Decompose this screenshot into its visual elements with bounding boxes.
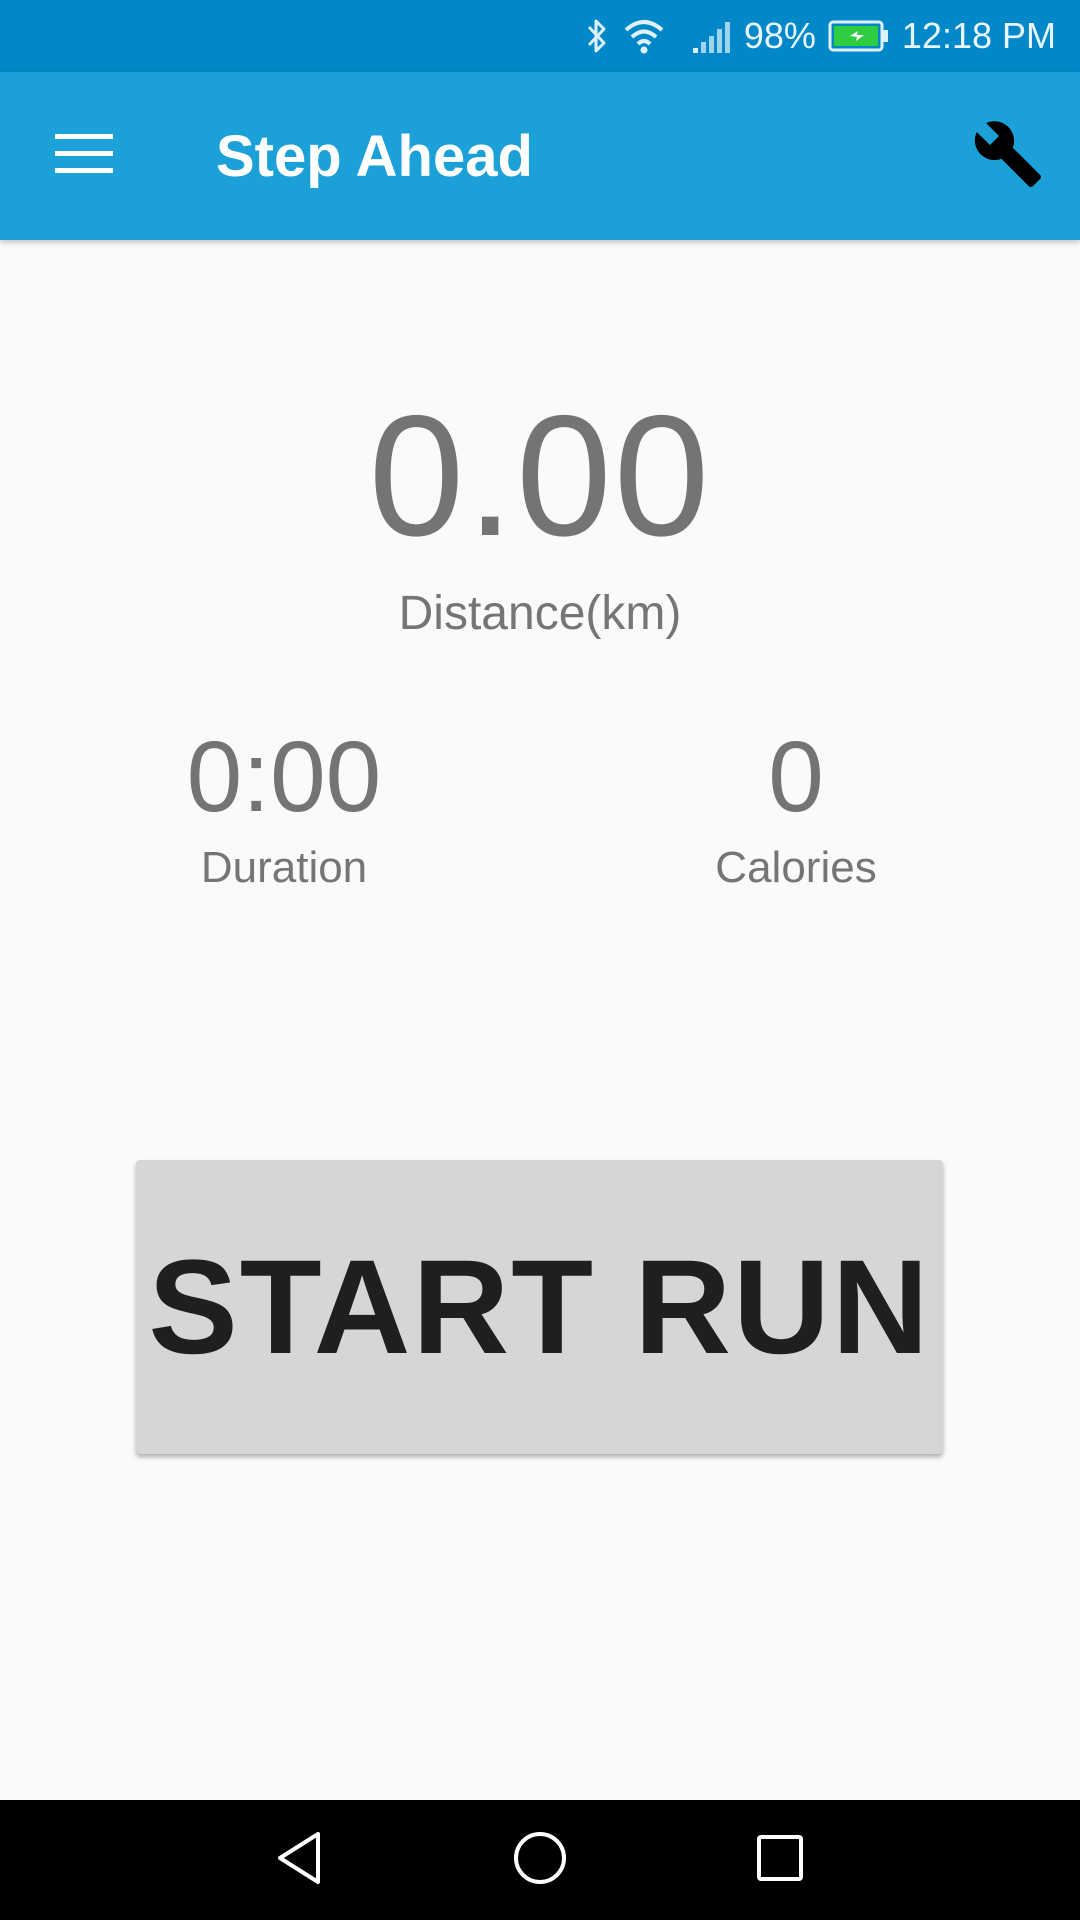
start-run-label: START RUN bbox=[148, 1232, 931, 1382]
app-bar: Step Ahead bbox=[0, 72, 1080, 240]
battery-percent: 98% bbox=[743, 15, 816, 56]
settings-button[interactable] bbox=[960, 108, 1056, 204]
status-bar: 98% 12:18 PM bbox=[0, 0, 1080, 72]
calories-label: Calories bbox=[715, 843, 877, 892]
status-icons: 98% 12:18 PM bbox=[584, 0, 1056, 72]
distance-label: Distance(km) bbox=[398, 587, 682, 640]
duration-stat: 0:00 Duration bbox=[84, 722, 484, 896]
home-icon bbox=[512, 1830, 568, 1890]
distance-value: 0.00 bbox=[368, 380, 712, 572]
wifi-icon bbox=[622, 16, 666, 56]
navigation-bar bbox=[0, 1800, 1080, 1920]
bluetooth-icon bbox=[584, 16, 610, 56]
nav-home-button[interactable] bbox=[460, 1800, 620, 1920]
hamburger-menu-icon bbox=[55, 133, 113, 179]
duration-value: 0:00 bbox=[186, 721, 382, 833]
app-title: Step Ahead bbox=[216, 123, 533, 189]
back-icon bbox=[274, 1830, 326, 1890]
calories-value: 0 bbox=[768, 721, 824, 833]
nav-back-button[interactable] bbox=[220, 1800, 380, 1920]
menu-button[interactable] bbox=[36, 108, 132, 204]
battery-charging-icon bbox=[828, 19, 890, 53]
calories-stat: 0 Calories bbox=[596, 722, 996, 896]
start-run-button[interactable]: START RUN bbox=[136, 1160, 943, 1454]
signal-icon bbox=[692, 18, 732, 54]
clock: 12:18 PM bbox=[901, 15, 1056, 56]
nav-recents-button[interactable] bbox=[700, 1800, 860, 1920]
duration-label: Duration bbox=[200, 843, 368, 892]
recents-icon bbox=[755, 1833, 805, 1887]
wrench-icon bbox=[972, 118, 1044, 194]
